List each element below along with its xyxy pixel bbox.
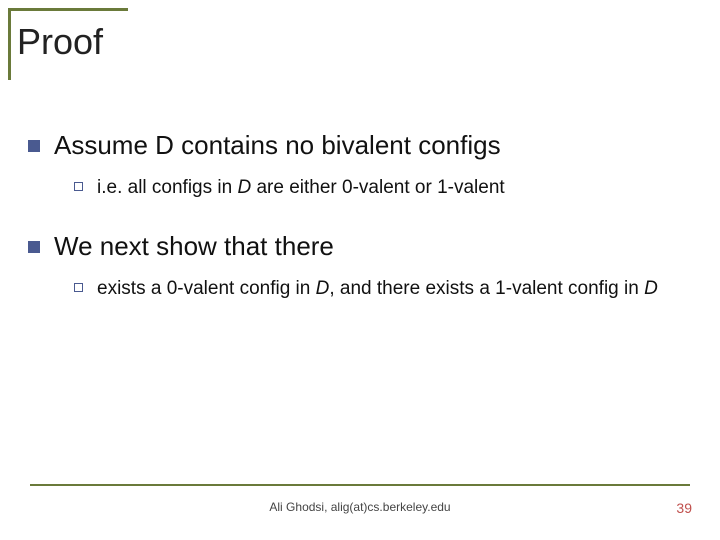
footer: Ali Ghodsi, alig(at)cs.berkeley.edu 39: [0, 500, 720, 520]
square-bullet-icon: [28, 241, 40, 253]
divider: [30, 484, 690, 486]
list-subitem: exists a 0-valent config in D, and there…: [74, 276, 696, 302]
open-square-bullet-icon: [74, 283, 83, 292]
open-square-bullet-icon: [74, 182, 83, 191]
footer-center-text: Ali Ghodsi, alig(at)cs.berkeley.edu: [0, 500, 720, 514]
list-item: We next show that there: [28, 231, 696, 262]
list-subitem: i.e. all configs in D are either 0-valen…: [74, 175, 696, 201]
slide-title: Proof: [17, 21, 128, 63]
list-item: Assume D contains no bivalent configs: [28, 130, 696, 161]
list-subitem-text: i.e. all configs in D are either 0-valen…: [97, 175, 505, 201]
square-bullet-icon: [28, 140, 40, 152]
list-subitem-text: exists a 0-valent config in D, and there…: [97, 276, 658, 302]
list-item-text: Assume D contains no bivalent configs: [54, 130, 501, 161]
slide-body: Assume D contains no bivalent configs i.…: [28, 130, 696, 331]
slide: Proof Assume D contains no bivalent conf…: [0, 0, 720, 540]
page-number: 39: [676, 500, 692, 516]
title-bar: Proof: [8, 8, 128, 80]
list-item-text: We next show that there: [54, 231, 334, 262]
